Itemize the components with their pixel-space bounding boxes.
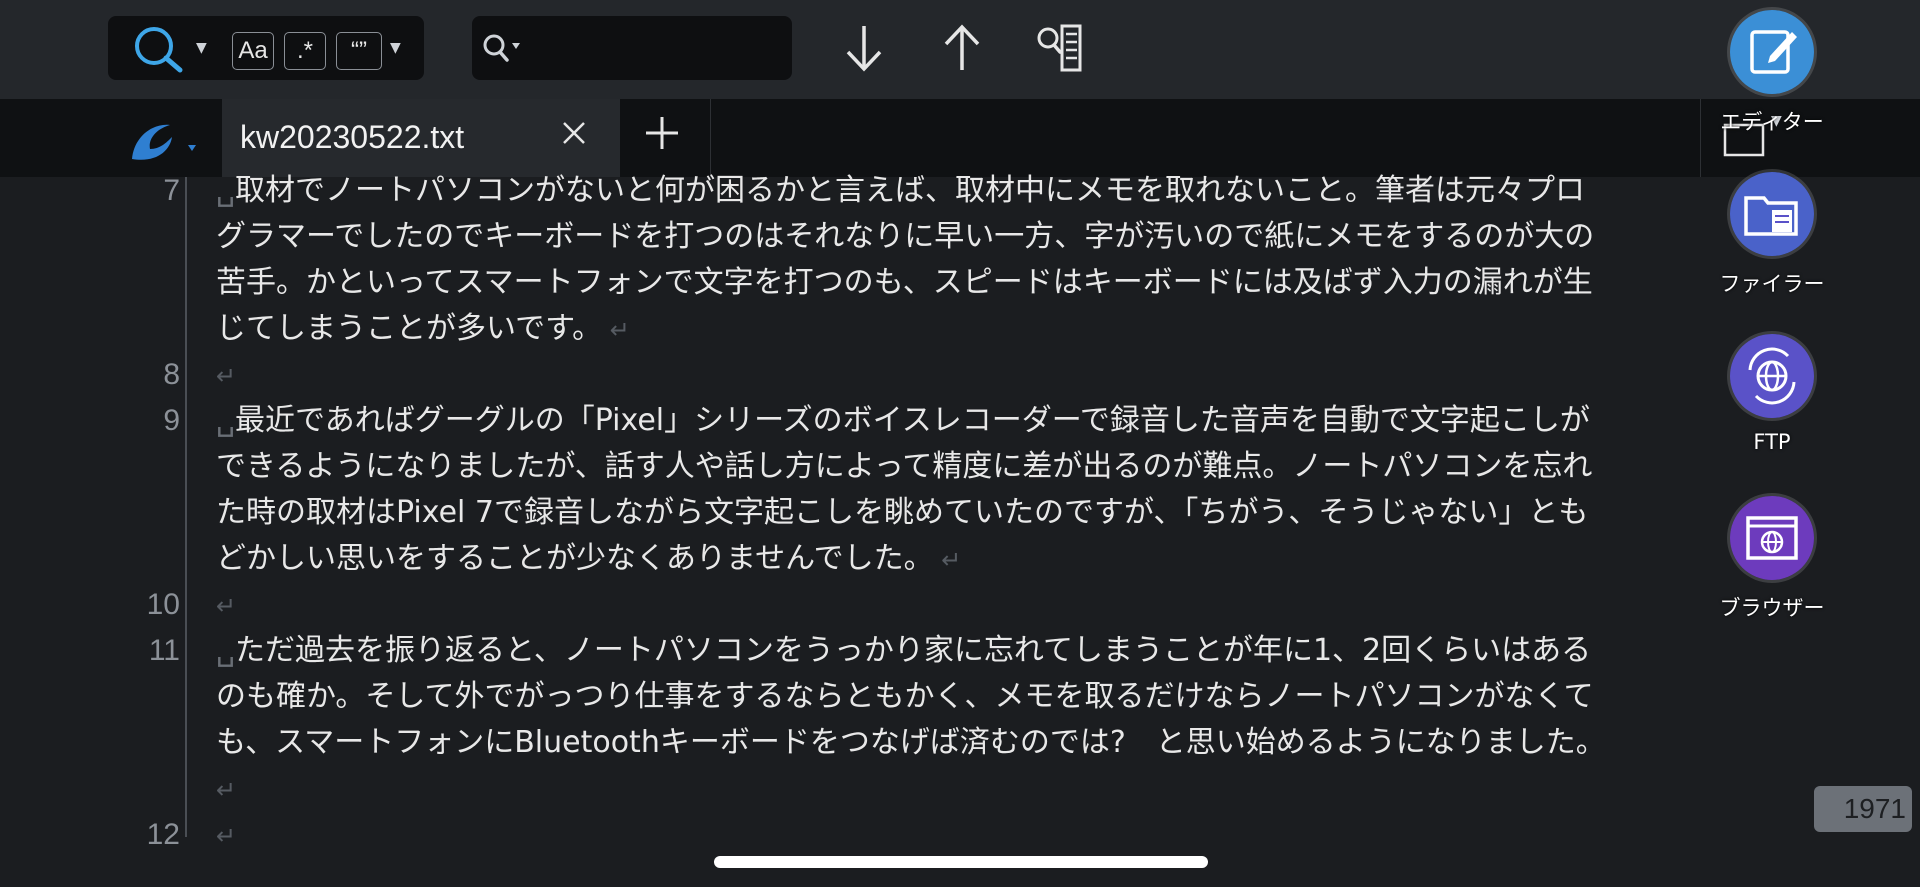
- line-text[interactable]: グラマーでしたのでキーボードを打つのはそれなりに早い一方、字が汚いので紙にメモを…: [216, 214, 1796, 260]
- line-number: 12: [146, 818, 180, 851]
- arrow-down-icon[interactable]: [838, 20, 890, 76]
- line-number: 7: [163, 174, 180, 207]
- tab-divider: [710, 99, 711, 177]
- line-content: どかしい思いをすることが少なくありませんでした。: [216, 541, 934, 576]
- line-text[interactable]: どかしい思いをすることが少なくありませんでした。 ↵: [216, 536, 1796, 583]
- line-text[interactable]: ↵: [216, 582, 1796, 629]
- space-marker: ␣: [216, 403, 236, 438]
- arrow-up-icon[interactable]: [936, 20, 988, 76]
- find-input[interactable]: [528, 28, 782, 70]
- editor-row: 7 ␣取材でノートパソコンがないと何が困るかと言えば、取材中にメモを取れないこと。…: [0, 168, 1920, 214]
- editor-row: のも確か。そして外でがっつり仕事をするならともかく、メモを取るだけならノートパソ…: [0, 674, 1920, 720]
- line-content: のも確か。そして外でがっつり仕事をするならともかく、メモを取るだけならノートパソ…: [216, 679, 1594, 714]
- search-list-icon[interactable]: [1032, 20, 1088, 76]
- fab-label: FTP: [1753, 430, 1791, 454]
- return-marker: ↵: [216, 776, 237, 804]
- home-indicator[interactable]: [714, 856, 1208, 868]
- editor-row: も、スマートフォンにBluetoothキーボードをつなげば済むのでは? と思い始…: [0, 720, 1920, 766]
- line-number: 8: [163, 358, 180, 391]
- tab-active-file[interactable]: kw20230522.txt: [222, 99, 620, 177]
- tab-title: kw20230522.txt: [240, 119, 465, 155]
- fab-button-2[interactable]: [1730, 172, 1814, 256]
- search-options-group: ▼ Aa .* “” ▼: [108, 16, 424, 80]
- line-content: た時の取材はPixel 7で録音しながら文字起こしを眺めていたのですが、「ちがう…: [216, 495, 1589, 530]
- line-text[interactable]: ↵: [216, 352, 1796, 399]
- editor-row: 11 ␣ただ過去を振り返ると、ノートパソコンをうっかり家に忘れてしまうことが年に1…: [0, 628, 1920, 674]
- line-number: 9: [163, 404, 180, 437]
- line-content: ただ過去を振り返ると、ノートパソコンをうっかり家に忘れてしまうことが年に1、2回…: [235, 633, 1592, 668]
- editor-row: グラマーでしたのでキーボードを打つのはそれなりに早い一方、字が汚いので紙にメモを…: [0, 214, 1920, 260]
- editor-row: できるようになりましたが、話す人や話し方によって精度に差が出るのが難点。ノートパ…: [0, 444, 1920, 490]
- fab-button-1[interactable]: [1730, 10, 1814, 94]
- line-content: できるようになりましたが、話す人や話し方によって精度に差が出るのが難点。ノートパ…: [216, 449, 1593, 484]
- fab-button-4[interactable]: [1730, 496, 1814, 580]
- fab-button-3[interactable]: [1730, 334, 1814, 418]
- char-count-badge: 1971: [1814, 786, 1912, 832]
- line-number: 10: [146, 588, 180, 621]
- line-content: 取材でノートパソコンがないと何が困るかと言えば、取材中にメモを取れないこと。筆者…: [235, 173, 1586, 208]
- return-marker: ↵: [933, 546, 962, 574]
- quote-button[interactable]: “”: [336, 32, 382, 70]
- match-case-button[interactable]: Aa: [232, 32, 274, 70]
- line-text[interactable]: のも確か。そして外でがっつり仕事をするならともかく、メモを取るだけならノートパソ…: [216, 674, 1796, 720]
- space-marker: ␣: [216, 633, 236, 668]
- fab-label: ブラウザー: [1719, 596, 1825, 620]
- fab-label: エディター: [1720, 110, 1824, 134]
- find-field[interactable]: [472, 16, 792, 80]
- quote-chevron-down-icon[interactable]: ▼: [390, 40, 401, 56]
- regex-button[interactable]: .*: [284, 32, 326, 70]
- editor-row: じてしまうことが多いです。 ↵: [0, 306, 1920, 352]
- search-mode-chevron-down-icon[interactable]: ▼: [196, 40, 207, 56]
- browser-icon: [1746, 516, 1798, 560]
- editor-row: 苦手。かといってスマートフォンで文字を打つのも、スピードはキーボードには及ばず入…: [0, 260, 1920, 306]
- return-marker: ↵: [602, 316, 630, 344]
- ftp-globe-icon: [1748, 347, 1796, 405]
- line-text[interactable]: ↵: [216, 812, 1796, 859]
- editor-row: 9 ␣最近であればグーグルの「Pixel」シリーズのボイスレコーダーで録音した音声…: [0, 398, 1920, 444]
- line-text[interactable]: 苦手。かといってスマートフォンで文字を打つのも、スピードはキーボードには及ばず入…: [216, 260, 1796, 306]
- folder-icon: [1744, 196, 1798, 236]
- editor-row: 12 ↵: [0, 812, 1920, 858]
- search-icon[interactable]: [132, 24, 192, 74]
- find-toolbar: ▼ Aa .* “” ▼: [0, 0, 1920, 99]
- close-icon[interactable]: [554, 113, 594, 153]
- line-content: 最近であればグーグルの「Pixel」シリーズのボイスレコーダーで録音した音声を自…: [235, 403, 1590, 438]
- line-text[interactable]: ↵: [216, 766, 1796, 813]
- editor-row: ↵: [0, 766, 1920, 812]
- return-marker: ↵: [216, 362, 237, 390]
- line-text[interactable]: できるようになりましたが、話す人や話し方によって精度に差が出るのが難点。ノートパ…: [216, 444, 1796, 490]
- line-content: 苦手。かといってスマートフォンで文字を打つのも、スピードはキーボードには及ばず入…: [216, 265, 1593, 300]
- line-number: 11: [148, 634, 180, 667]
- line-content: グラマーでしたのでキーボードを打つのはそれなりに早い一方、字が汚いので紙にメモを…: [216, 219, 1595, 254]
- line-text[interactable]: た時の取材はPixel 7で録音しながら文字起こしを眺めていたのですが、「ちがう…: [216, 490, 1796, 536]
- line-text[interactable]: ␣取材でノートパソコンがないと何が困るかと言えば、取材中にメモを取れないこと。筆…: [216, 168, 1796, 214]
- editor-row: 8 ↵: [0, 352, 1920, 398]
- line-text[interactable]: ␣ただ過去を振り返ると、ノートパソコンをうっかり家に忘れてしまうことが年に1、2…: [216, 628, 1796, 674]
- app-logo-icon[interactable]: [126, 115, 206, 165]
- line-text[interactable]: も、スマートフォンにBluetoothキーボードをつなげば済むのでは? と思い始…: [216, 720, 1796, 766]
- fab-label: ファイラー: [1719, 272, 1825, 296]
- line-text[interactable]: じてしまうことが多いです。 ↵: [216, 306, 1796, 353]
- return-marker: ↵: [216, 592, 237, 620]
- tab-bar: kw20230522.txt ▼: [0, 99, 1920, 177]
- plus-icon[interactable]: [642, 113, 682, 153]
- line-text[interactable]: ␣最近であればグーグルの「Pixel」シリーズのボイスレコーダーで録音した音声を…: [216, 398, 1796, 444]
- line-content: じてしまうことが多いです。: [216, 311, 603, 346]
- editor-row: どかしい思いをすることが少なくありませんでした。 ↵: [0, 536, 1920, 582]
- editor-row: 10 ↵: [0, 582, 1920, 628]
- line-content: も、スマートフォンにBluetoothキーボードをつなげば済むのでは? と思い始…: [216, 725, 1606, 760]
- find-search-icon: [483, 34, 520, 62]
- edit-icon: [1750, 30, 1797, 74]
- return-marker: ↵: [216, 822, 237, 850]
- space-marker: ␣: [216, 173, 236, 208]
- editor-row: た時の取材はPixel 7で録音しながら文字起こしを眺めていたのですが、「ちがう…: [0, 490, 1920, 536]
